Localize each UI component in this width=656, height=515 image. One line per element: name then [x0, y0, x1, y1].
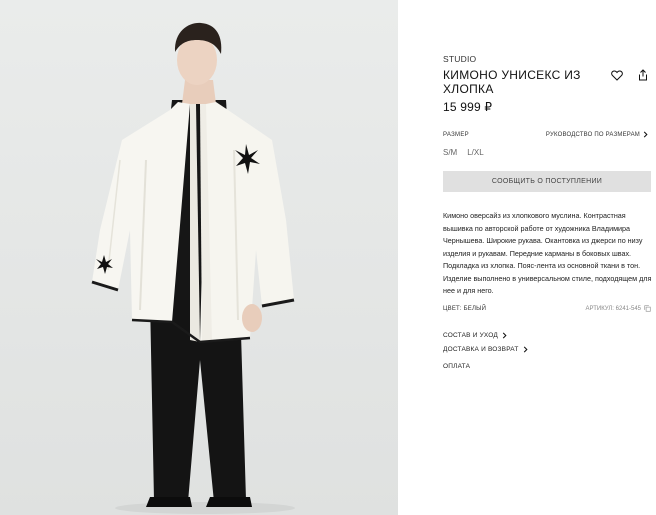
notify-button[interactable]: СООБЩИТЬ О ПОСТУПЛЕНИИ [443, 171, 651, 192]
size-options: S/M L/XL [443, 148, 484, 157]
article-label: АРТИКУЛ: 6241-545 [585, 305, 641, 312]
size-option-lxl[interactable]: L/XL [467, 148, 483, 157]
share-button[interactable] [636, 68, 650, 82]
brand-label: STUDIO [443, 54, 477, 64]
favorite-button[interactable] [610, 68, 624, 82]
color-label: ЦВЕТ: БЕЛЫЙ [443, 305, 487, 312]
chevron-right-icon [643, 131, 648, 138]
delivery-return-label: ДОСТАВКА И ВОЗВРАТ [443, 346, 519, 353]
chevron-right-icon [502, 332, 507, 339]
size-option-sm[interactable]: S/M [443, 148, 457, 157]
size-guide-label: РУКОВОДСТВО ПО РАЗМЕРАМ [545, 131, 640, 138]
size-guide-link[interactable]: РУКОВОДСТВО ПО РАЗМЕРАМ [546, 131, 648, 138]
product-title: КИМОНО УНИСЕКС ИЗ ХЛОПКА [443, 68, 581, 96]
product-photo[interactable] [0, 0, 398, 515]
product-description: Кимоно оверсайз из хлопкового муслина. К… [443, 211, 652, 295]
article-number[interactable]: АРТИКУЛ: 6241-545 [585, 305, 651, 312]
composition-care-link[interactable]: СОСТАВ И УХОД [443, 332, 507, 339]
product-info-panel: STUDIO КИМОНО УНИСЕКС ИЗ ХЛОПКА 15 999 ₽… [443, 0, 652, 515]
composition-care-label: СОСТАВ И УХОД [443, 332, 498, 339]
payment-label: ОПЛАТА [443, 363, 471, 370]
product-price: 15 999 ₽ [443, 100, 493, 114]
copy-icon [644, 305, 651, 312]
color-row: ЦВЕТ: БЕЛЫЙ АРТИКУЛ: 6241-545 [443, 305, 651, 312]
heart-icon [611, 69, 623, 81]
size-label: РАЗМЕР [443, 132, 469, 138]
chevron-right-icon [523, 346, 528, 353]
delivery-return-link[interactable]: ДОСТАВКА И ВОЗВРАТ [443, 346, 528, 353]
payment-link[interactable]: ОПЛАТА [443, 363, 470, 370]
share-icon [639, 69, 647, 81]
